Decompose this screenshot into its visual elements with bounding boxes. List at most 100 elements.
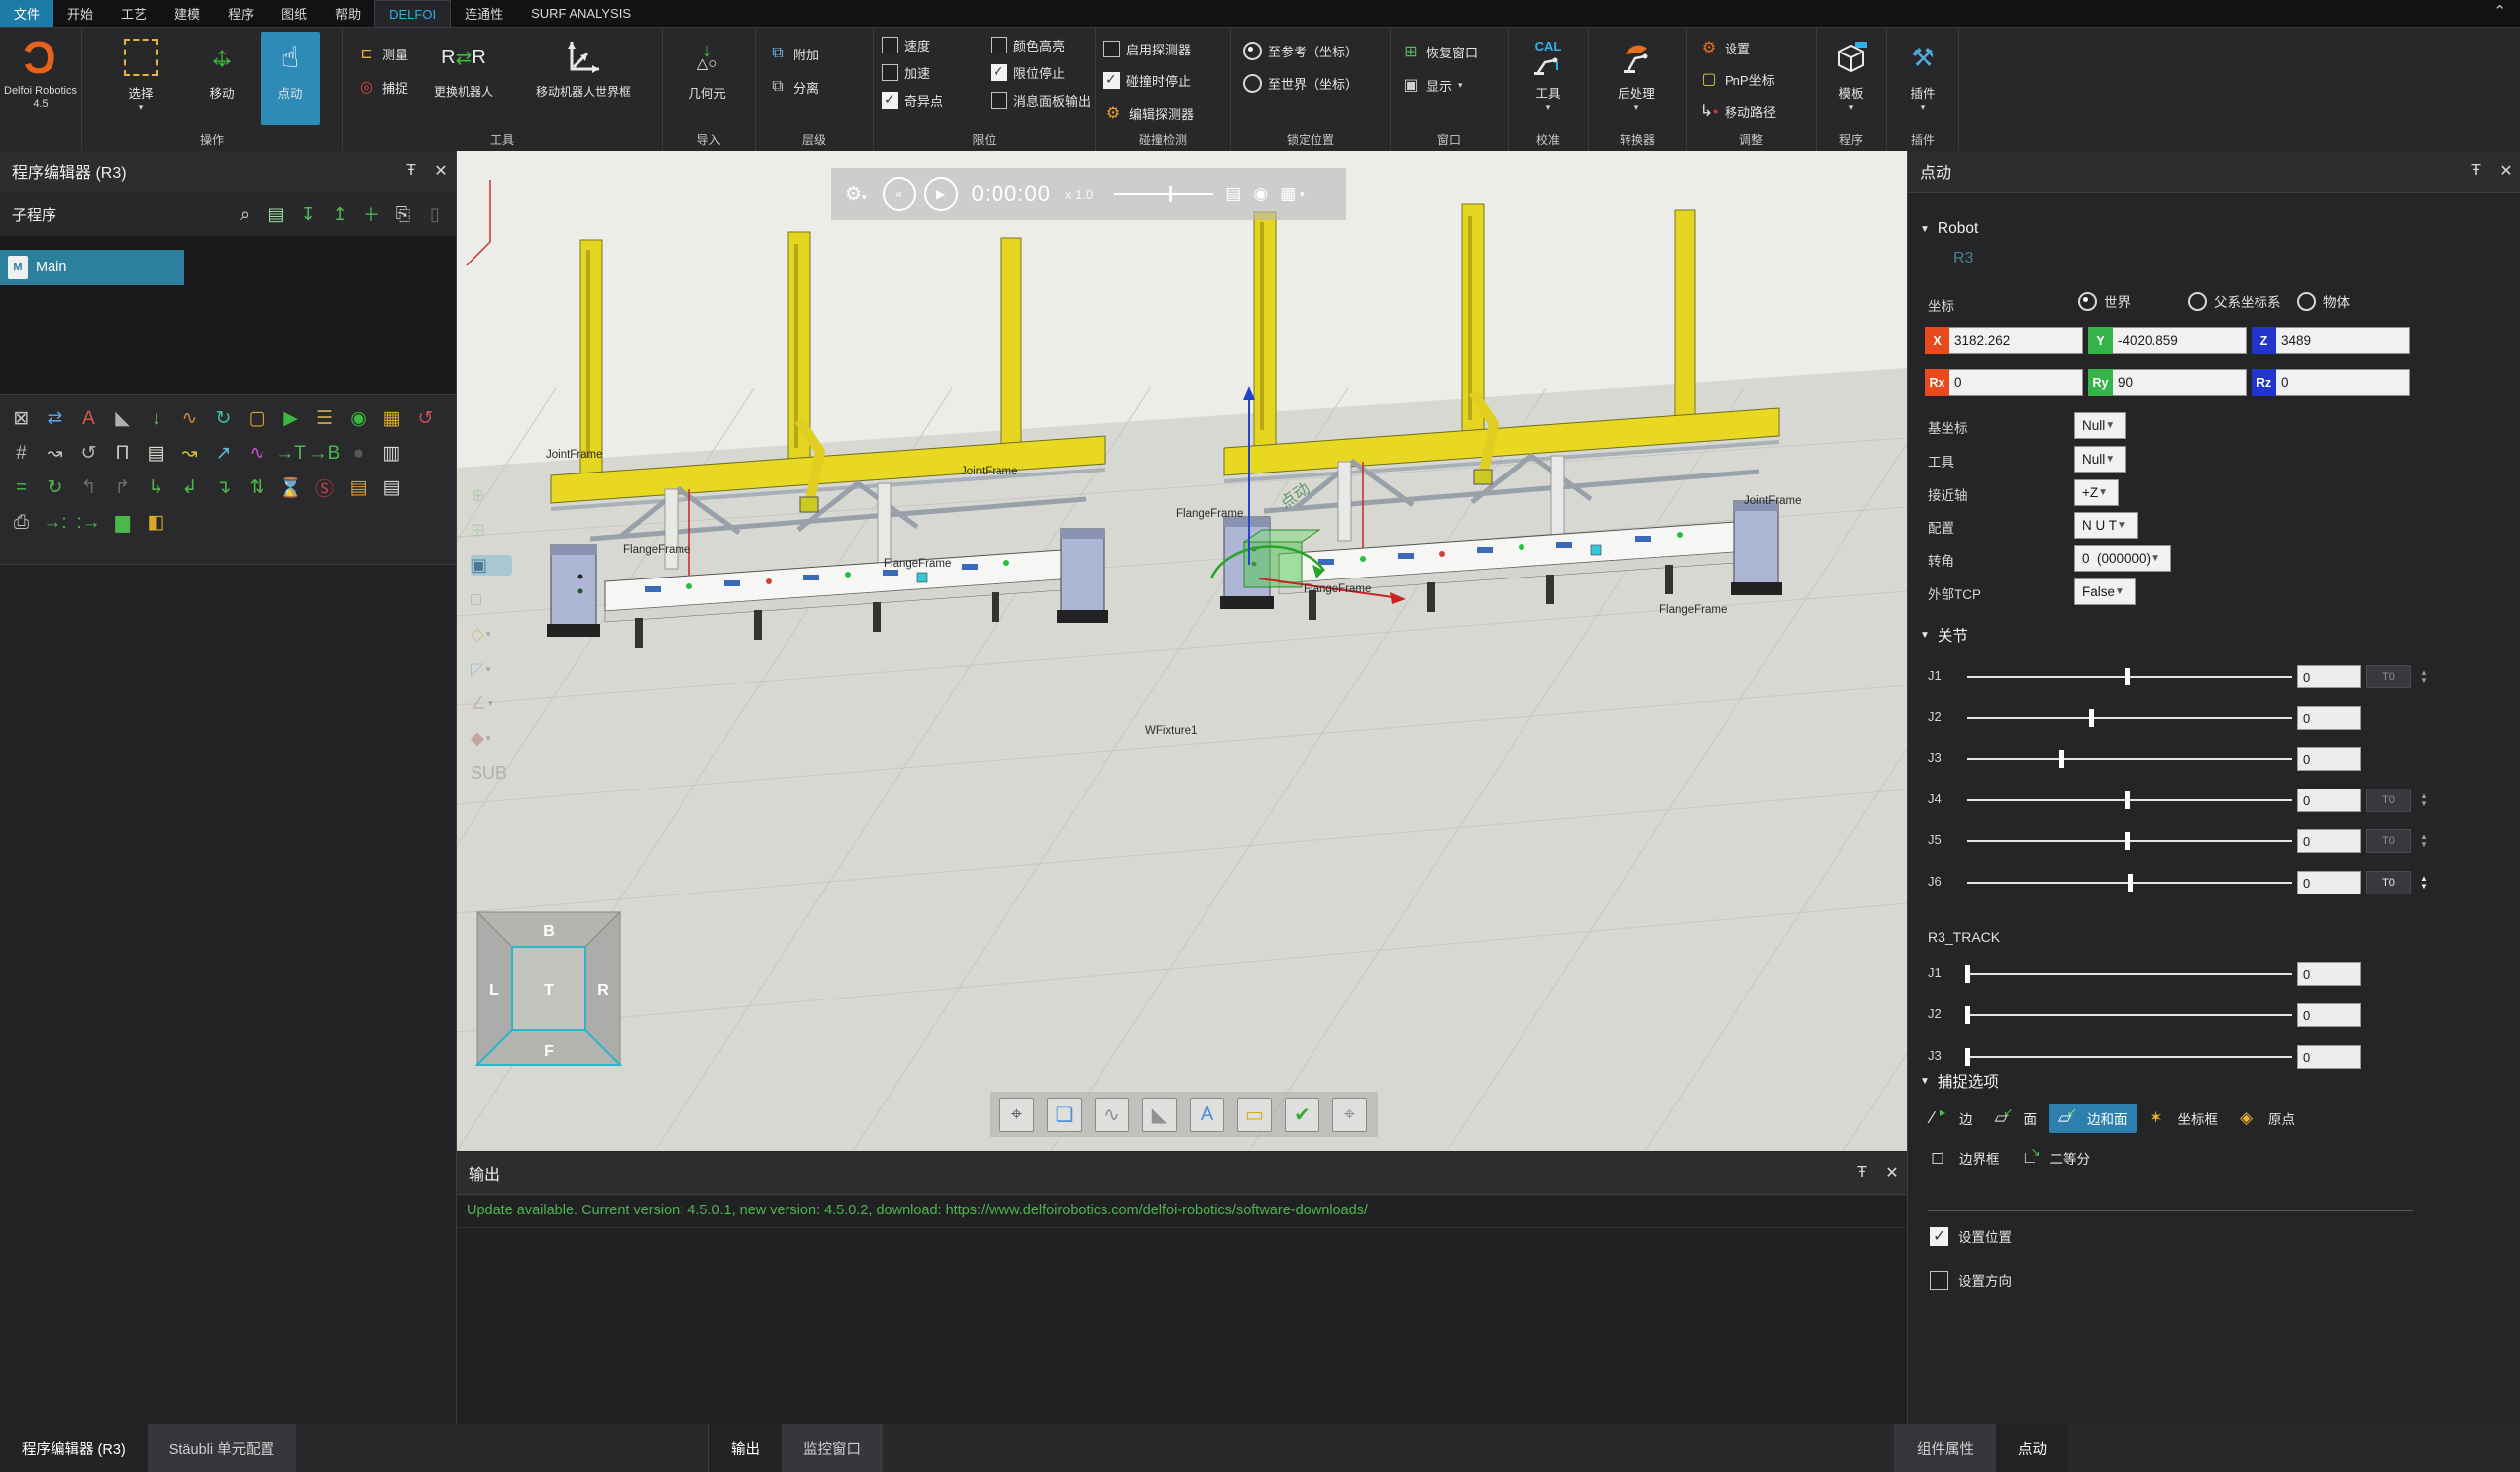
subprogram-tool-icon[interactable]: ▯ bbox=[424, 203, 446, 225]
statement-tool-icon[interactable]: ◧ bbox=[143, 509, 169, 536]
menu-tab[interactable]: 文件 bbox=[0, 0, 53, 27]
snap-mode-button[interactable]: ◻ · 边界框 bbox=[1922, 1143, 2009, 1173]
property-dropdown[interactable]: False ▼ bbox=[2074, 578, 2136, 605]
statement-tool-icon[interactable]: Π bbox=[109, 440, 136, 467]
property-dropdown[interactable]: Null ▼ bbox=[2074, 446, 2126, 473]
statement-tool-icon[interactable]: A bbox=[75, 405, 102, 432]
snap-mode-button[interactable]: ∕ ▸ 边 bbox=[1922, 1104, 1982, 1133]
playbar-export-icon[interactable]: ▤ bbox=[1225, 184, 1241, 204]
turn-button[interactable]: T0 bbox=[2366, 665, 2411, 688]
playback-settings-gear-icon[interactable]: ⚙▾ bbox=[845, 183, 867, 206]
bottom-tab[interactable]: 点动 bbox=[1996, 1424, 2068, 1472]
overlay-tool-icon[interactable]: ▭ bbox=[1237, 1098, 1272, 1132]
subprogram-tool-icon[interactable]: ⌕ bbox=[234, 203, 256, 225]
statement-tool-icon[interactable]: ↲ bbox=[176, 474, 203, 501]
menu-tab[interactable]: 工艺 bbox=[107, 0, 160, 27]
enable-detector-checkbox[interactable]: 启用探测器 bbox=[1103, 40, 1191, 58]
view-option-icon[interactable]: ◇ ▾ bbox=[471, 624, 512, 645]
statement-tool-icon[interactable]: ● bbox=[345, 440, 371, 467]
overlay-tool-icon[interactable]: ✔ bbox=[1285, 1098, 1319, 1132]
close-icon[interactable]: ✕ bbox=[426, 161, 456, 181]
pose-field[interactable]: Rx 0 bbox=[1925, 369, 2083, 396]
limit-checkbox[interactable]: 颜色高亮 bbox=[991, 36, 1086, 54]
pose-field[interactable]: Z 3489 bbox=[2252, 327, 2410, 354]
robot-section-header[interactable]: ▼Robot bbox=[1920, 220, 1978, 238]
overlay-tool-icon[interactable]: A bbox=[1190, 1098, 1224, 1132]
statement-tool-icon[interactable]: ⊠ bbox=[8, 405, 35, 432]
joint-slider[interactable] bbox=[1967, 840, 2292, 842]
close-icon[interactable]: ✕ bbox=[2491, 161, 2520, 181]
stop-on-collision-checkbox[interactable]: 碰撞时停止 bbox=[1103, 71, 1191, 90]
joint-slider-handle[interactable] bbox=[2089, 709, 2094, 727]
menu-tab[interactable]: 建模 bbox=[160, 0, 214, 27]
axis-value[interactable]: 90 bbox=[2113, 369, 2247, 396]
menu-tab[interactable]: 连通性 bbox=[451, 0, 517, 27]
joint-slider[interactable] bbox=[1967, 799, 2292, 801]
close-icon[interactable]: ✕ bbox=[1877, 1163, 1907, 1183]
statement-tool-icon[interactable]: ↴ bbox=[210, 474, 237, 501]
statement-tool-icon[interactable]: ↓ bbox=[143, 405, 169, 432]
statement-tool-icon[interactable]: ⌛ bbox=[277, 474, 304, 501]
joint-value[interactable]: 0 bbox=[2297, 829, 2361, 853]
limit-checkbox[interactable]: 消息面板输出 bbox=[991, 91, 1086, 110]
pose-field[interactable]: Y -4020.859 bbox=[2088, 327, 2247, 354]
statement-tool-icon[interactable]: Ⓢ bbox=[311, 474, 338, 501]
lock-radio[interactable]: 至世界（坐标） bbox=[1243, 74, 1358, 93]
joint-value[interactable]: 0 bbox=[2297, 1045, 2361, 1069]
pose-field[interactable]: X 3182.262 bbox=[1925, 327, 2083, 354]
joint-value[interactable]: 0 bbox=[2297, 706, 2361, 730]
joints-section-header[interactable]: ▼关节 bbox=[1920, 624, 1968, 646]
statement-tool-icon[interactable]: ↻ bbox=[210, 405, 237, 432]
statement-tool-icon[interactable]: = bbox=[8, 474, 35, 501]
skip-start-button[interactable]: « bbox=[883, 177, 916, 211]
statement-tool-icon[interactable]: ▤ bbox=[345, 474, 371, 501]
bottom-tab[interactable]: Stäubli 单元配置 bbox=[148, 1424, 296, 1472]
statement-tool-icon[interactable]: ↺ bbox=[412, 405, 439, 432]
statement-tool-icon[interactable]: ▆ bbox=[109, 509, 136, 536]
view-option-icon[interactable]: ▣ bbox=[471, 555, 512, 576]
coord-mode-radio[interactable]: 世界 bbox=[2078, 291, 2131, 311]
bottom-tab[interactable]: 输出 bbox=[709, 1424, 782, 1472]
joint-slider-handle[interactable] bbox=[2125, 791, 2130, 809]
limit-checkbox[interactable]: 限位停止 bbox=[991, 63, 1086, 82]
snap-mode-button[interactable]: ◈ 原点 bbox=[2231, 1104, 2304, 1133]
overlay-tool-icon[interactable]: ◣ bbox=[1142, 1098, 1177, 1132]
pin-icon[interactable]: Ŧ bbox=[396, 162, 426, 180]
axis-value[interactable]: 3489 bbox=[2276, 327, 2410, 354]
turn-button[interactable]: T0 bbox=[2366, 871, 2411, 894]
geometry-button[interactable]: ↓△○ 几何元 bbox=[678, 32, 737, 125]
playbar-export-icon[interactable]: ◉ bbox=[1253, 184, 1268, 204]
limit-checkbox[interactable]: 奇异点 bbox=[882, 91, 977, 110]
lock-radio[interactable]: 至参考（坐标） bbox=[1243, 42, 1358, 60]
joint-slider[interactable] bbox=[1967, 758, 2292, 760]
jog-button[interactable]: ☝ 点动 bbox=[261, 32, 320, 125]
statement-tool-icon[interactable]: ◉ bbox=[345, 405, 371, 432]
turn-button[interactable]: T0 bbox=[2366, 789, 2411, 812]
speed-slider-handle[interactable] bbox=[1169, 186, 1172, 202]
axis-value[interactable]: -4020.859 bbox=[2113, 327, 2247, 354]
statement-tool-icon[interactable]: ⇄ bbox=[42, 405, 68, 432]
joint-slider[interactable] bbox=[1967, 676, 2292, 678]
subprogram-tool-icon[interactable]: ↧ bbox=[297, 203, 319, 225]
menu-tab[interactable]: 帮助 bbox=[321, 0, 374, 27]
joint-value[interactable]: 0 bbox=[2297, 789, 2361, 812]
playbar-export-icon[interactable]: ▦ bbox=[1280, 184, 1296, 204]
cal-tools-button[interactable]: CAL 工具▾ bbox=[1519, 32, 1578, 125]
property-dropdown[interactable]: 0 (000000) ▼ bbox=[2074, 545, 2171, 572]
bottom-tab[interactable]: 程序编辑器 (R3) bbox=[0, 1424, 148, 1472]
view-option-icon[interactable]: ⊕ bbox=[471, 485, 512, 506]
select-button[interactable]: 选择▾ bbox=[111, 32, 170, 125]
statement-tool-icon[interactable]: ↺ bbox=[75, 440, 102, 467]
menu-tab[interactable]: SURF ANALYSIS bbox=[517, 0, 645, 27]
joint-value[interactable]: 0 bbox=[2297, 871, 2361, 894]
subprogram-tool-icon[interactable]: ⎘ bbox=[392, 203, 414, 225]
statement-tool-icon[interactable]: ↳ bbox=[143, 474, 169, 501]
joint-slider-handle[interactable] bbox=[2125, 668, 2130, 685]
move-path-button[interactable]: ↳● 移动路径 bbox=[1699, 101, 1776, 121]
view-option-icon[interactable]: ⊞ bbox=[471, 520, 512, 541]
edit-detector-button[interactable]: ⚙ 编辑探测器 bbox=[1103, 103, 1194, 123]
pin-icon[interactable]: Ŧ bbox=[2462, 162, 2491, 180]
statement-tool-icon[interactable]: ▦ bbox=[378, 405, 405, 432]
menu-tab[interactable]: 程序 bbox=[214, 0, 267, 27]
axis-value[interactable]: 0 bbox=[1949, 369, 2083, 396]
